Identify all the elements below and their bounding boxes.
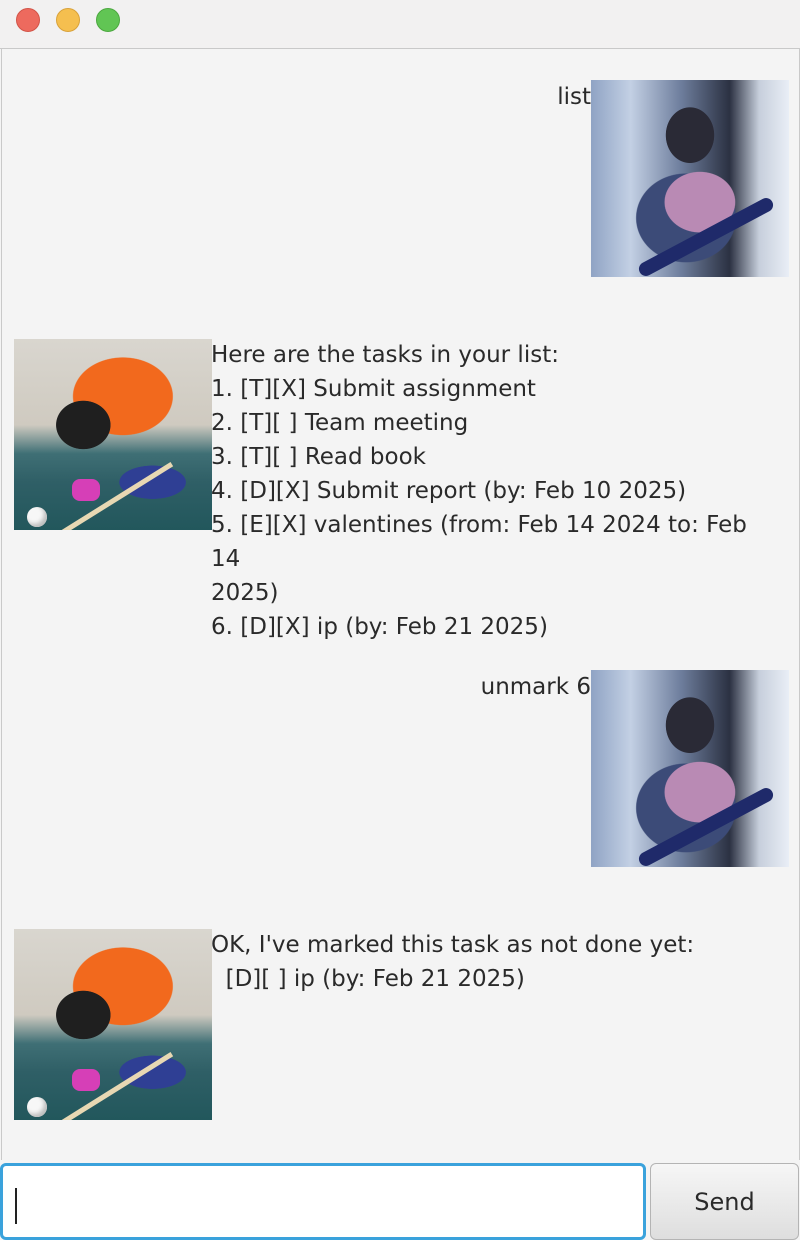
guitar-graphic: [636, 785, 776, 867]
user-avatar: [591, 670, 789, 867]
window-titlebar: [0, 0, 800, 49]
cue-stick-graphic: [34, 1051, 174, 1120]
zoom-window-button[interactable]: [96, 8, 120, 32]
guitar-graphic: [636, 195, 776, 277]
bot-message-text: Here are the tasks in your list: 1. [T][…: [211, 342, 747, 640]
user-message-text: unmark 6: [480, 674, 591, 700]
text-caret: [15, 1188, 17, 1224]
bot-message-text: OK, I've marked this task as not done ye…: [211, 932, 695, 992]
bot-avatar: [14, 929, 212, 1120]
chat-scroll-pane[interactable]: list Here are the tasks in your list: 1.…: [1, 49, 800, 1160]
cue-stick-graphic: [34, 461, 174, 530]
user-message-text: list: [557, 84, 591, 110]
close-window-button[interactable]: [16, 8, 40, 32]
bot-avatar: [14, 339, 212, 530]
send-button[interactable]: Send: [650, 1163, 799, 1240]
glove-graphic: [72, 479, 100, 501]
cue-ball-graphic: [27, 507, 47, 527]
message-input[interactable]: [0, 1163, 646, 1240]
cue-ball-graphic: [27, 1097, 47, 1117]
user-avatar: [591, 80, 789, 277]
glove-graphic: [72, 1069, 100, 1091]
minimize-window-button[interactable]: [56, 8, 80, 32]
